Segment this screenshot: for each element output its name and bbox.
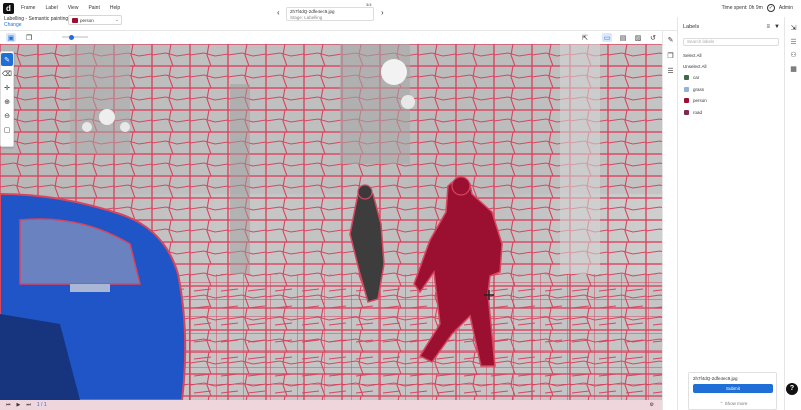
zoom-out-icon[interactable]: ⊖ bbox=[1, 109, 13, 122]
eraser-icon[interactable]: ⌫ bbox=[1, 67, 13, 80]
copy-icon[interactable]: ❐ bbox=[666, 51, 675, 60]
class-select[interactable]: person ⌄ bbox=[68, 15, 122, 25]
help-icon[interactable]: ? bbox=[786, 383, 798, 395]
app-logo: d bbox=[3, 3, 14, 14]
skip-forward-icon[interactable]: ⏭ bbox=[26, 402, 31, 408]
header-right: Time spent: 0h 9m ✓ Admin bbox=[722, 4, 793, 12]
paint-mode-icon[interactable]: ▣ bbox=[6, 33, 16, 42]
image-canvas[interactable] bbox=[0, 44, 662, 400]
slider-knob[interactable] bbox=[68, 34, 74, 40]
label-color-swatch bbox=[684, 86, 689, 92]
settings-icon[interactable]: ⚙ bbox=[650, 402, 654, 408]
sort-icon[interactable]: ≡ bbox=[767, 24, 771, 30]
segmentation-image[interactable] bbox=[0, 44, 662, 400]
history-icon[interactable]: ↺ bbox=[648, 33, 658, 42]
label-item[interactable]: grass bbox=[684, 86, 705, 92]
zoom-in-icon[interactable]: ⊕ bbox=[1, 95, 13, 108]
menu-label[interactable]: Label bbox=[45, 5, 57, 11]
brush-icon[interactable]: ✎ bbox=[1, 53, 13, 66]
chevron-down-icon: ⌄ bbox=[114, 17, 119, 23]
label-item-name: grass bbox=[693, 86, 705, 92]
submit-file-name: 2h7f4dQ-2dfe4ec9.jpg bbox=[693, 376, 738, 381]
menu-paint[interactable]: Paint bbox=[88, 5, 99, 11]
label-item[interactable]: car bbox=[684, 75, 699, 80]
mid-tool-strip: ✎ ❐ ☰ bbox=[662, 31, 677, 410]
file-stage: Stage: Labelling bbox=[290, 14, 323, 20]
calendar-icon[interactable]: ▦ bbox=[789, 64, 798, 73]
shield-icon: ✓ bbox=[766, 4, 775, 12]
image-view-icon[interactable]: ▭ bbox=[602, 33, 612, 42]
labels-title: Labels bbox=[683, 24, 700, 30]
menu-frame[interactable]: Frame bbox=[21, 5, 35, 11]
prev-file-icon[interactable]: ‹ bbox=[277, 8, 280, 17]
layers-icon[interactable]: ❐ bbox=[24, 33, 34, 42]
class-select-value: person bbox=[80, 17, 94, 23]
time-spent: Time spent: 0h 9m bbox=[721, 5, 763, 11]
frame-counter: 1 / 1 bbox=[36, 402, 47, 408]
skip-back-icon[interactable]: ⏮ bbox=[6, 402, 11, 408]
brush-size-slider[interactable] bbox=[62, 34, 88, 40]
label-color-swatch bbox=[684, 98, 689, 103]
move-icon[interactable]: ✛ bbox=[1, 81, 13, 94]
play-icon[interactable]: ▶ bbox=[17, 402, 21, 408]
filter-icon[interactable]: ▼ bbox=[774, 24, 780, 30]
change-task-link[interactable]: Change bbox=[4, 22, 68, 28]
labels-search-input[interactable]: Search labels bbox=[683, 38, 779, 46]
user-name[interactable]: Admin bbox=[779, 5, 793, 11]
show-more-label: Show more bbox=[724, 401, 748, 406]
attributes-icon[interactable]: ⚇ bbox=[789, 50, 798, 59]
label-item-name: car bbox=[693, 75, 700, 80]
label-item-name: person bbox=[693, 98, 707, 103]
main-menu: Frame Label View Paint Help bbox=[21, 5, 120, 11]
right-icon-strip: ⇲ ☰ ⚇ ▦ bbox=[784, 17, 801, 410]
next-file-icon[interactable]: › bbox=[381, 8, 384, 17]
sliders-icon[interactable]: ☰ bbox=[666, 66, 675, 75]
photo-icon[interactable]: ▨ bbox=[633, 33, 643, 42]
file-info: 2h7f4dQ-2dfe4ec9.jpg Stage: Labelling bbox=[286, 7, 374, 21]
export-icon[interactable]: ⇱ bbox=[580, 33, 590, 42]
expand-icon[interactable]: ⇲ bbox=[789, 23, 798, 32]
file-counter: 3/4 bbox=[366, 2, 372, 7]
select-all-link[interactable]: Select All bbox=[683, 53, 702, 58]
task-breadcrumb: Labelling - Semantic painting Change bbox=[4, 16, 68, 28]
submit-card: 2h7f4dQ-2dfe4ec9.jpg Submit ⌃ Show more bbox=[688, 372, 777, 410]
unselect-all-link[interactable]: Unselect All bbox=[683, 64, 707, 69]
menu-view[interactable]: View bbox=[68, 5, 79, 11]
left-tool-panel: ✎ ⌫ ✛ ⊕ ⊖ ▢ bbox=[0, 51, 14, 147]
label-item-name: road bbox=[693, 109, 703, 115]
tool-row: ▣ ❐ Paint Size ⇱ ▭ ▤ ▨ ↺ bbox=[0, 31, 662, 72]
notes-icon[interactable]: ✎ bbox=[666, 35, 675, 44]
labels-list-icon[interactable]: ☰ bbox=[789, 37, 798, 46]
class-color-swatch bbox=[72, 17, 78, 23]
label-color-swatch bbox=[684, 109, 689, 115]
fill-icon[interactable]: ▢ bbox=[1, 123, 13, 136]
label-item[interactable]: road bbox=[684, 109, 703, 115]
submit-button[interactable]: Submit bbox=[693, 384, 773, 393]
show-more-link[interactable]: ⌃ Show more bbox=[689, 401, 778, 407]
split-view-icon[interactable]: ▤ bbox=[618, 33, 628, 42]
label-color-swatch bbox=[684, 75, 689, 80]
label-item[interactable]: person bbox=[684, 98, 707, 103]
labels-actions: ≡ ▼ bbox=[767, 24, 780, 30]
playback-bar: ⏮ ▶ ⏭ 1 / 1 ⚙ bbox=[0, 400, 662, 410]
labels-panel: Labels ≡ ▼ Search labels Select All Unse… bbox=[677, 17, 784, 410]
menu-help[interactable]: Help bbox=[110, 5, 120, 11]
